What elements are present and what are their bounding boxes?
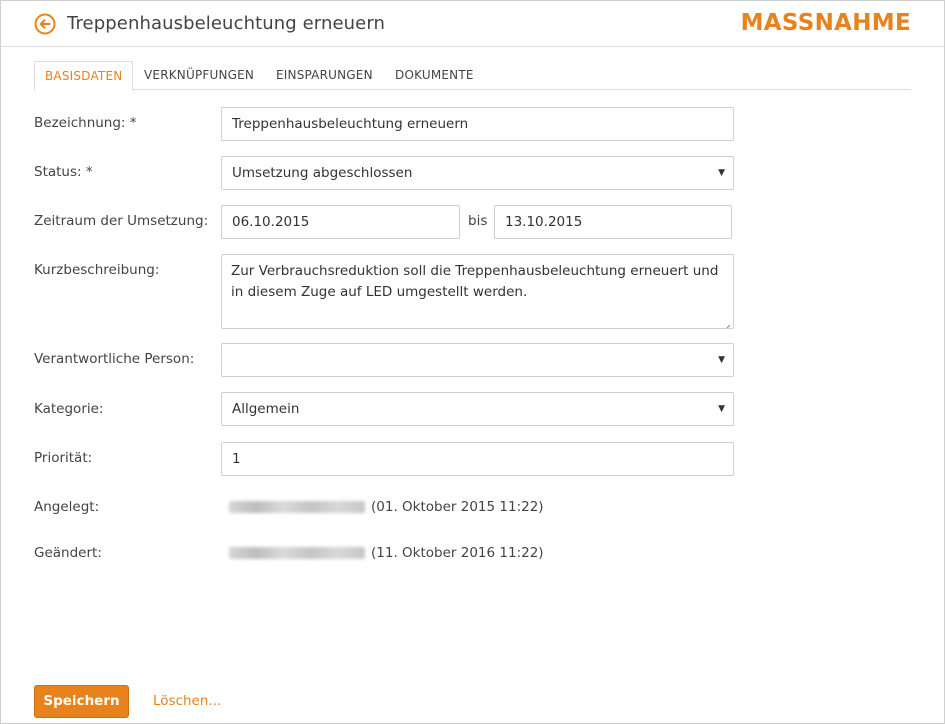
zeitraum-to-value: 13.10.2015 — [505, 214, 583, 230]
status-select[interactable]: Umsetzung abgeschlossen ▼ — [221, 156, 734, 190]
zeitraum-separator: bis — [468, 213, 488, 229]
zeitraum-label: Zeitraum der Umsetzung: — [34, 213, 209, 229]
kurzbeschreibung-textarea[interactable]: Zur Verbrauchsreduktion soll die Treppen… — [221, 254, 734, 329]
kategorie-select[interactable]: Allgemein ▼ — [221, 392, 734, 426]
kurzbeschreibung-label: Kurzbeschreibung: — [34, 262, 160, 278]
geaendert-timestamp: (11. Oktober 2016 11:22) — [371, 545, 544, 561]
tab-dokumente[interactable]: DOKUMENTE — [385, 61, 484, 90]
prioritaet-value: 1 — [232, 451, 241, 467]
kategorie-value: Allgemein — [232, 401, 300, 417]
page-title: Treppenhausbeleuchtung erneuern — [67, 13, 386, 34]
app-window: Treppenhausbeleuchtung erneuern MASSNAHM… — [0, 0, 945, 724]
status-label: Status: * — [34, 164, 93, 180]
redacted-user-name — [229, 547, 365, 559]
bezeichnung-label: Bezeichnung: * — [34, 115, 137, 131]
angelegt-timestamp: (01. Oktober 2015 11:22) — [371, 499, 544, 515]
zeitraum-to-input[interactable]: 13.10.2015 — [494, 205, 732, 239]
save-button[interactable]: Speichern — [34, 685, 129, 718]
geaendert-meta: (11. Oktober 2016 11:22) — [229, 545, 544, 561]
tab-bar: BASISDATEN VERKNÜPFUNGEN EINSPARUNGEN DO… — [34, 61, 911, 91]
caret-down-icon: ▼ — [718, 404, 725, 414]
bezeichnung-value: Treppenhausbeleuchtung erneuern — [232, 116, 469, 132]
zeitraum-from-value: 06.10.2015 — [232, 214, 310, 230]
tab-einsparungen[interactable]: EINSPARUNGEN — [266, 61, 383, 90]
angelegt-meta: (01. Oktober 2015 11:22) — [229, 499, 544, 515]
verantwortlich-select[interactable]: ▼ — [221, 343, 734, 377]
angelegt-label: Angelegt: — [34, 499, 100, 515]
prioritaet-label: Priorität: — [34, 450, 93, 466]
section-brand: MASSNAHME — [740, 10, 911, 36]
geaendert-label: Geändert: — [34, 545, 102, 561]
tab-basisdaten[interactable]: BASISDATEN — [34, 61, 134, 91]
arrow-left-circle-icon[interactable] — [34, 13, 56, 35]
zeitraum-from-input[interactable]: 06.10.2015 — [221, 205, 460, 239]
verantwortlich-label: Verantwortliche Person: — [34, 351, 195, 367]
bezeichnung-input[interactable]: Treppenhausbeleuchtung erneuern — [221, 107, 734, 141]
prioritaet-input[interactable]: 1 — [221, 442, 734, 476]
caret-down-icon: ▼ — [718, 168, 725, 178]
caret-down-icon: ▼ — [718, 355, 725, 365]
kurzbeschreibung-value: Zur Verbrauchsreduktion soll die Treppen… — [231, 263, 719, 300]
page-header: Treppenhausbeleuchtung erneuern MASSNAHM… — [1, 1, 944, 47]
resize-grip-icon[interactable] — [723, 318, 731, 328]
delete-link[interactable]: Löschen... — [153, 693, 221, 709]
kategorie-label: Kategorie: — [34, 401, 104, 417]
redacted-user-name — [229, 501, 365, 513]
status-value: Umsetzung abgeschlossen — [232, 165, 413, 181]
tab-verknuepfungen[interactable]: VERKNÜPFUNGEN — [134, 61, 264, 90]
